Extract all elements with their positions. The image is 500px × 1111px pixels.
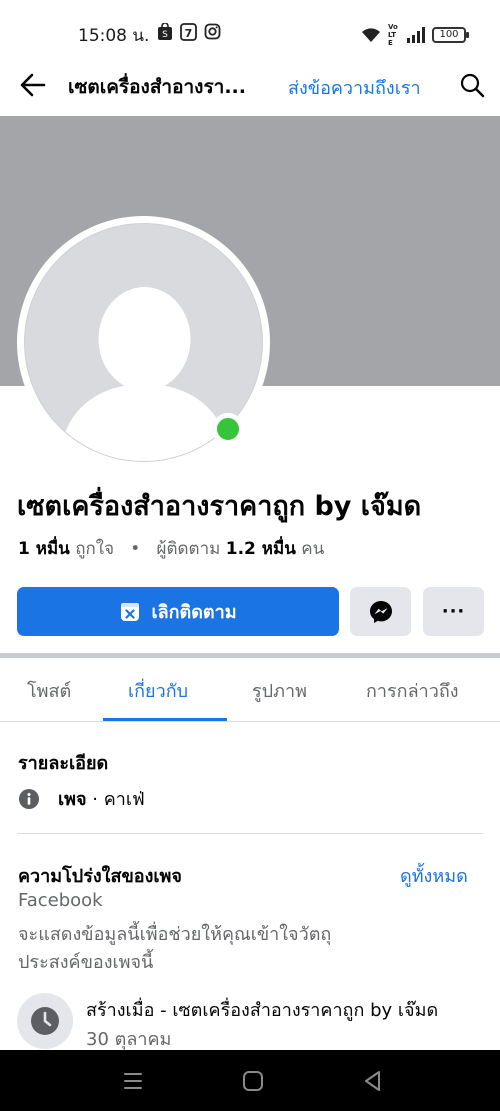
signal-icon: [407, 27, 425, 43]
search-icon[interactable]: [459, 72, 485, 98]
online-status-dot: [212, 413, 244, 445]
status-indicators: Vo LTE 100: [360, 23, 469, 47]
back-nav-icon[interactable]: [360, 1068, 386, 1094]
more-icon: ···: [441, 601, 466, 622]
unfollow-icon: [121, 602, 140, 621]
clock-icon: [31, 1007, 59, 1035]
category-type: เพจ: [58, 789, 87, 810]
status-bar: 15:08 น. S 7 Vo LTE 100: [0, 0, 500, 64]
page-stats: 1 หมื่น ถูกใจ • ผู้ติดตาม 1.2 หมื่น คน: [18, 535, 324, 562]
category-row: เพจ · คาเฟ่: [18, 784, 145, 813]
tab-mentions[interactable]: การกล่าวถึง: [366, 676, 459, 705]
svg-text:7: 7: [185, 27, 193, 40]
transparency-source: Facebook: [18, 890, 103, 911]
seven-eleven-icon: 7: [180, 23, 197, 41]
svg-text:S: S: [162, 30, 168, 40]
unfollow-button[interactable]: เลิกติดตาม: [17, 587, 339, 636]
stats-separator: •: [130, 539, 141, 559]
followers-label: ผู้ติดตาม: [156, 539, 221, 559]
followers-count: 1.2 หมื่น: [225, 539, 296, 559]
section-divider: [0, 653, 500, 658]
shopee-icon: S: [158, 23, 172, 40]
volte-icon: Vo LTE: [388, 23, 398, 47]
likes-label: ถูกใจ: [75, 539, 115, 559]
tab-posts[interactable]: โพสต์: [27, 676, 71, 705]
details-title: รายละเอียด: [18, 753, 109, 774]
created-date-icon-wrap: [17, 993, 73, 1049]
message-us-link[interactable]: ส่งข้อความถึงเรา: [288, 73, 421, 102]
transparency-desc-line2: ประสงค์ของเพจนี้: [18, 952, 154, 973]
home-icon[interactable]: [240, 1068, 266, 1094]
details-divider: [17, 833, 483, 834]
transparency-desc-line1: จะแสดงข้อมูลนี้เพื่อช่วยให้คุณเข้าใจวัตถ…: [18, 924, 332, 945]
recent-apps-icon[interactable]: [120, 1068, 146, 1094]
transparency-title: ความโปร่งใสของเพจ: [18, 866, 182, 887]
category-name: · คาเฟ่: [86, 789, 145, 810]
created-title: สร้างเมื่อ - เซตเครื่องสำอางราคาถูก by เ…: [86, 1000, 439, 1021]
wifi-icon: [362, 28, 380, 42]
page-name: เซตเครื่องสำอางราคาถูก by เจ๊มด: [17, 491, 422, 522]
top-header: เซตเครื่องสำอางรา... ส่งข้อความถึงเรา: [0, 64, 500, 108]
status-time: 15:08 น.: [78, 26, 150, 46]
info-icon: [19, 788, 39, 809]
created-date: 30 ตุลาคม: [86, 1029, 172, 1050]
messenger-icon: [369, 600, 392, 623]
more-options-button[interactable]: ···: [423, 587, 484, 636]
battery-icon: 100: [432, 27, 469, 43]
tab-photos[interactable]: รูปภาพ: [252, 676, 307, 705]
see-all-link[interactable]: ดูทั้งหมด: [400, 861, 468, 890]
header-title: เซตเครื่องสำอางรา...: [68, 76, 246, 98]
instagram-icon: [204, 23, 221, 40]
back-arrow-icon[interactable]: [18, 70, 48, 100]
likes-count: 1 หมื่น: [18, 539, 70, 559]
followers-unit: คน: [301, 539, 325, 559]
tabs-divider: [0, 721, 500, 722]
messenger-button[interactable]: [350, 587, 411, 636]
tab-about[interactable]: เกี่ยวกับ: [128, 676, 188, 705]
system-nav-bar: [0, 1050, 500, 1111]
unfollow-label: เลิกติดตาม: [151, 602, 237, 623]
